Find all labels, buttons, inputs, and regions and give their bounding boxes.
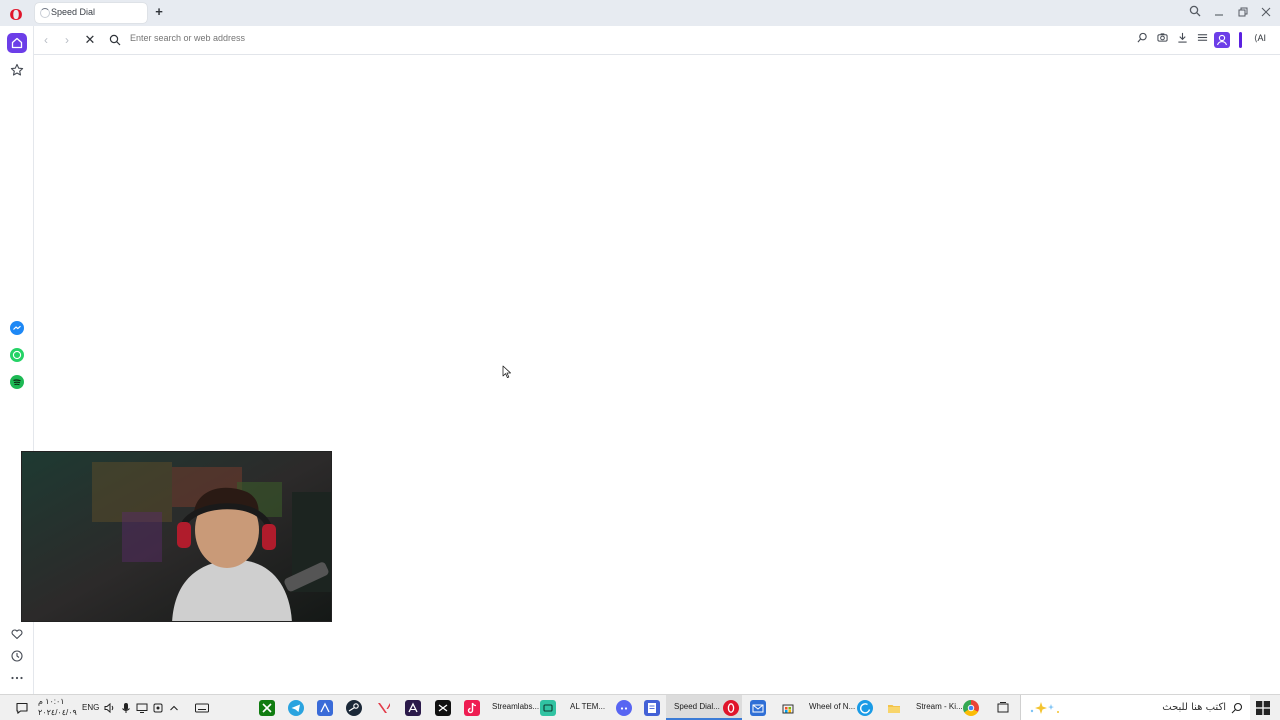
ai-sidebar-divider [1239,32,1242,48]
file-explorer-icon[interactable] [886,700,902,716]
taskbar-search-placeholder: اكتب هنا للبحث [1162,702,1226,713]
forward-icon[interactable]: › [60,33,74,47]
easy-setup-menu-icon[interactable] [1194,32,1210,48]
back-icon[interactable]: ‹ [39,33,53,47]
language-indicator[interactable]: ENG [82,703,99,712]
ai-label: AI [1257,33,1267,43]
chrome-icon[interactable] [963,700,979,716]
network-icon[interactable] [134,700,150,716]
capcut-icon[interactable] [435,700,451,716]
taskbar-search-box[interactable]: اكتب هنا للبحث [1020,695,1250,720]
xbox-icon[interactable] [259,700,275,716]
webcam-overlay [21,451,332,622]
tab-title: Speed Dial [51,7,96,17]
messenger-icon[interactable] [10,321,24,335]
windows-start-icon[interactable] [1256,701,1270,715]
restore-button[interactable] [1234,4,1252,22]
keyboard-icon[interactable] [194,700,210,716]
home-icon[interactable] [7,33,27,53]
show-hidden-icons-chevron-icon[interactable] [166,700,182,716]
new-tab-button[interactable]: + [152,5,166,19]
store-icon[interactable] [780,700,796,716]
notepad-icon[interactable] [644,700,660,716]
streamlabs-icon[interactable] [540,700,556,716]
loading-spinner-icon [40,8,50,18]
microphone-icon[interactable] [118,700,134,716]
taskbar-streamlabs-label: Streamlabs... [492,702,540,711]
taskbar: ١٠:٠١ م ٢٠٢٤/٠٤/٠٩ ENG Streamlabs... AL … [0,694,1280,720]
spotify-icon[interactable] [10,375,24,389]
telegram-icon[interactable] [288,700,304,716]
page-search-icon[interactable] [1134,32,1150,48]
download-icon[interactable] [1174,32,1190,48]
device-icon[interactable] [150,700,166,716]
app-store-icon[interactable] [317,700,333,716]
ai-button[interactable]: ⟨AI [1254,33,1266,44]
more-icon[interactable] [7,668,27,688]
tab-speed-dial[interactable]: Speed Dial [35,3,147,23]
editor-app-icon[interactable] [405,700,421,716]
tiktok-icon[interactable] [464,700,480,716]
clock-time: ١٠:٠١ م [38,697,65,706]
close-button[interactable] [1257,4,1275,22]
bookmarks-icon[interactable] [7,60,27,80]
tab-search-icon[interactable] [1186,4,1204,22]
valorant-icon[interactable] [376,700,392,716]
volume-icon[interactable] [102,700,118,716]
discord-icon[interactable] [616,700,632,716]
mail-icon[interactable] [750,700,766,716]
taskbar-stream-label: Stream - Ki... [916,702,963,711]
opera-logo-icon[interactable]: O [6,5,26,25]
minimize-button[interactable] [1210,4,1228,22]
search-icon [109,33,123,47]
address-input[interactable] [130,33,730,43]
edge-icon[interactable] [857,700,873,716]
mouse-cursor-icon [502,365,512,379]
taskbar-altem-label: AL TEM... [570,702,606,711]
address-bar: ‹ › ✕ ⟨AI [34,26,1280,55]
heart-icon[interactable] [7,624,27,644]
snapshot-camera-icon[interactable] [1154,32,1170,48]
opera-taskbar-icon[interactable] [723,700,739,716]
tab-bar: O Speed Dial + [0,0,1280,26]
taskbar-search-icon [1229,700,1245,716]
profile-icon[interactable] [1214,32,1230,48]
screen: O Speed Dial + ‹ › ✕ Enter search or web… [0,0,1280,720]
history-icon[interactable] [7,646,27,666]
taskbar-wheel-label: Wheel of N... [809,702,856,711]
clock-date: ٢٠٢٤/٠٤/٠٩ [38,708,77,717]
stop-loading-icon[interactable]: ✕ [83,32,97,48]
taskbar-speed-dial-label: Speed Dial... [674,702,720,711]
notifications-icon[interactable] [14,700,30,716]
task-view-icon[interactable] [995,700,1011,716]
steam-icon[interactable] [346,700,362,716]
sparkle-icon [1027,700,1059,716]
whatsapp-icon[interactable] [10,348,24,362]
